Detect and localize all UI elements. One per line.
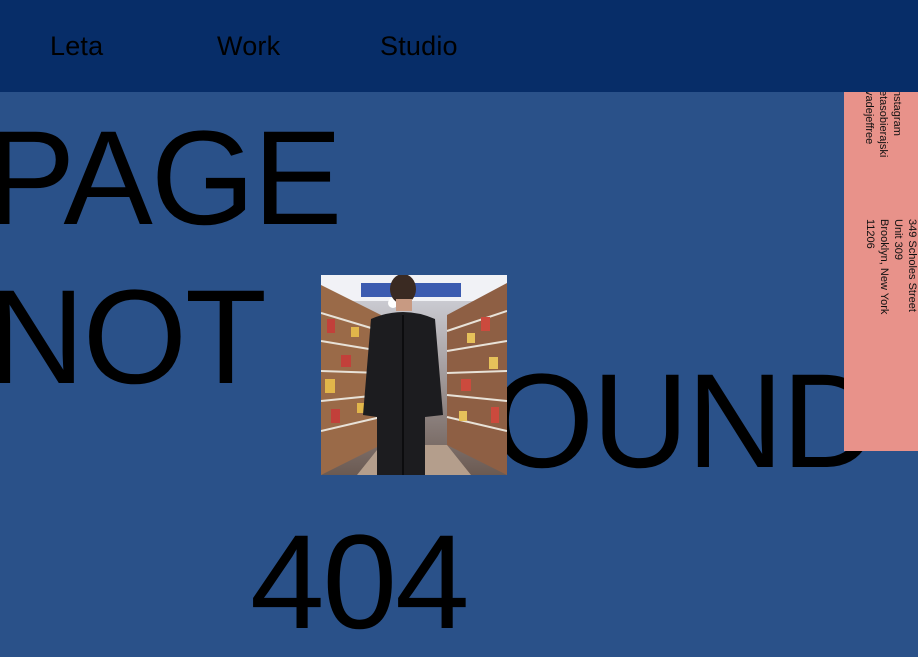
social-link-3[interactable]: vadejeffree bbox=[862, 92, 876, 144]
social-link-2[interactable]: etasobierajski bbox=[876, 92, 890, 157]
contact-panel: nstagram etasobierajski vadejeffree 349 … bbox=[844, 92, 918, 451]
address-zip: 11206 bbox=[864, 219, 876, 249]
address-street: 349 Scholes Street bbox=[906, 219, 918, 312]
address-city: Brooklyn, New York bbox=[878, 219, 890, 315]
social-link-1[interactable]: nstagram bbox=[890, 92, 904, 136]
headline-not: NOT bbox=[0, 263, 267, 412]
nav-link-studio[interactable]: Studio bbox=[380, 28, 458, 64]
nav-link-work[interactable]: Work bbox=[217, 28, 280, 64]
headline-page: PAGE bbox=[0, 104, 342, 253]
portrait-photo bbox=[320, 274, 508, 475]
top-navigation: Leta Work Studio bbox=[0, 0, 918, 92]
address-unit: Unit 309 bbox=[892, 219, 904, 260]
error-code: 404 bbox=[250, 508, 470, 657]
nav-link-home[interactable]: Leta bbox=[50, 28, 103, 64]
